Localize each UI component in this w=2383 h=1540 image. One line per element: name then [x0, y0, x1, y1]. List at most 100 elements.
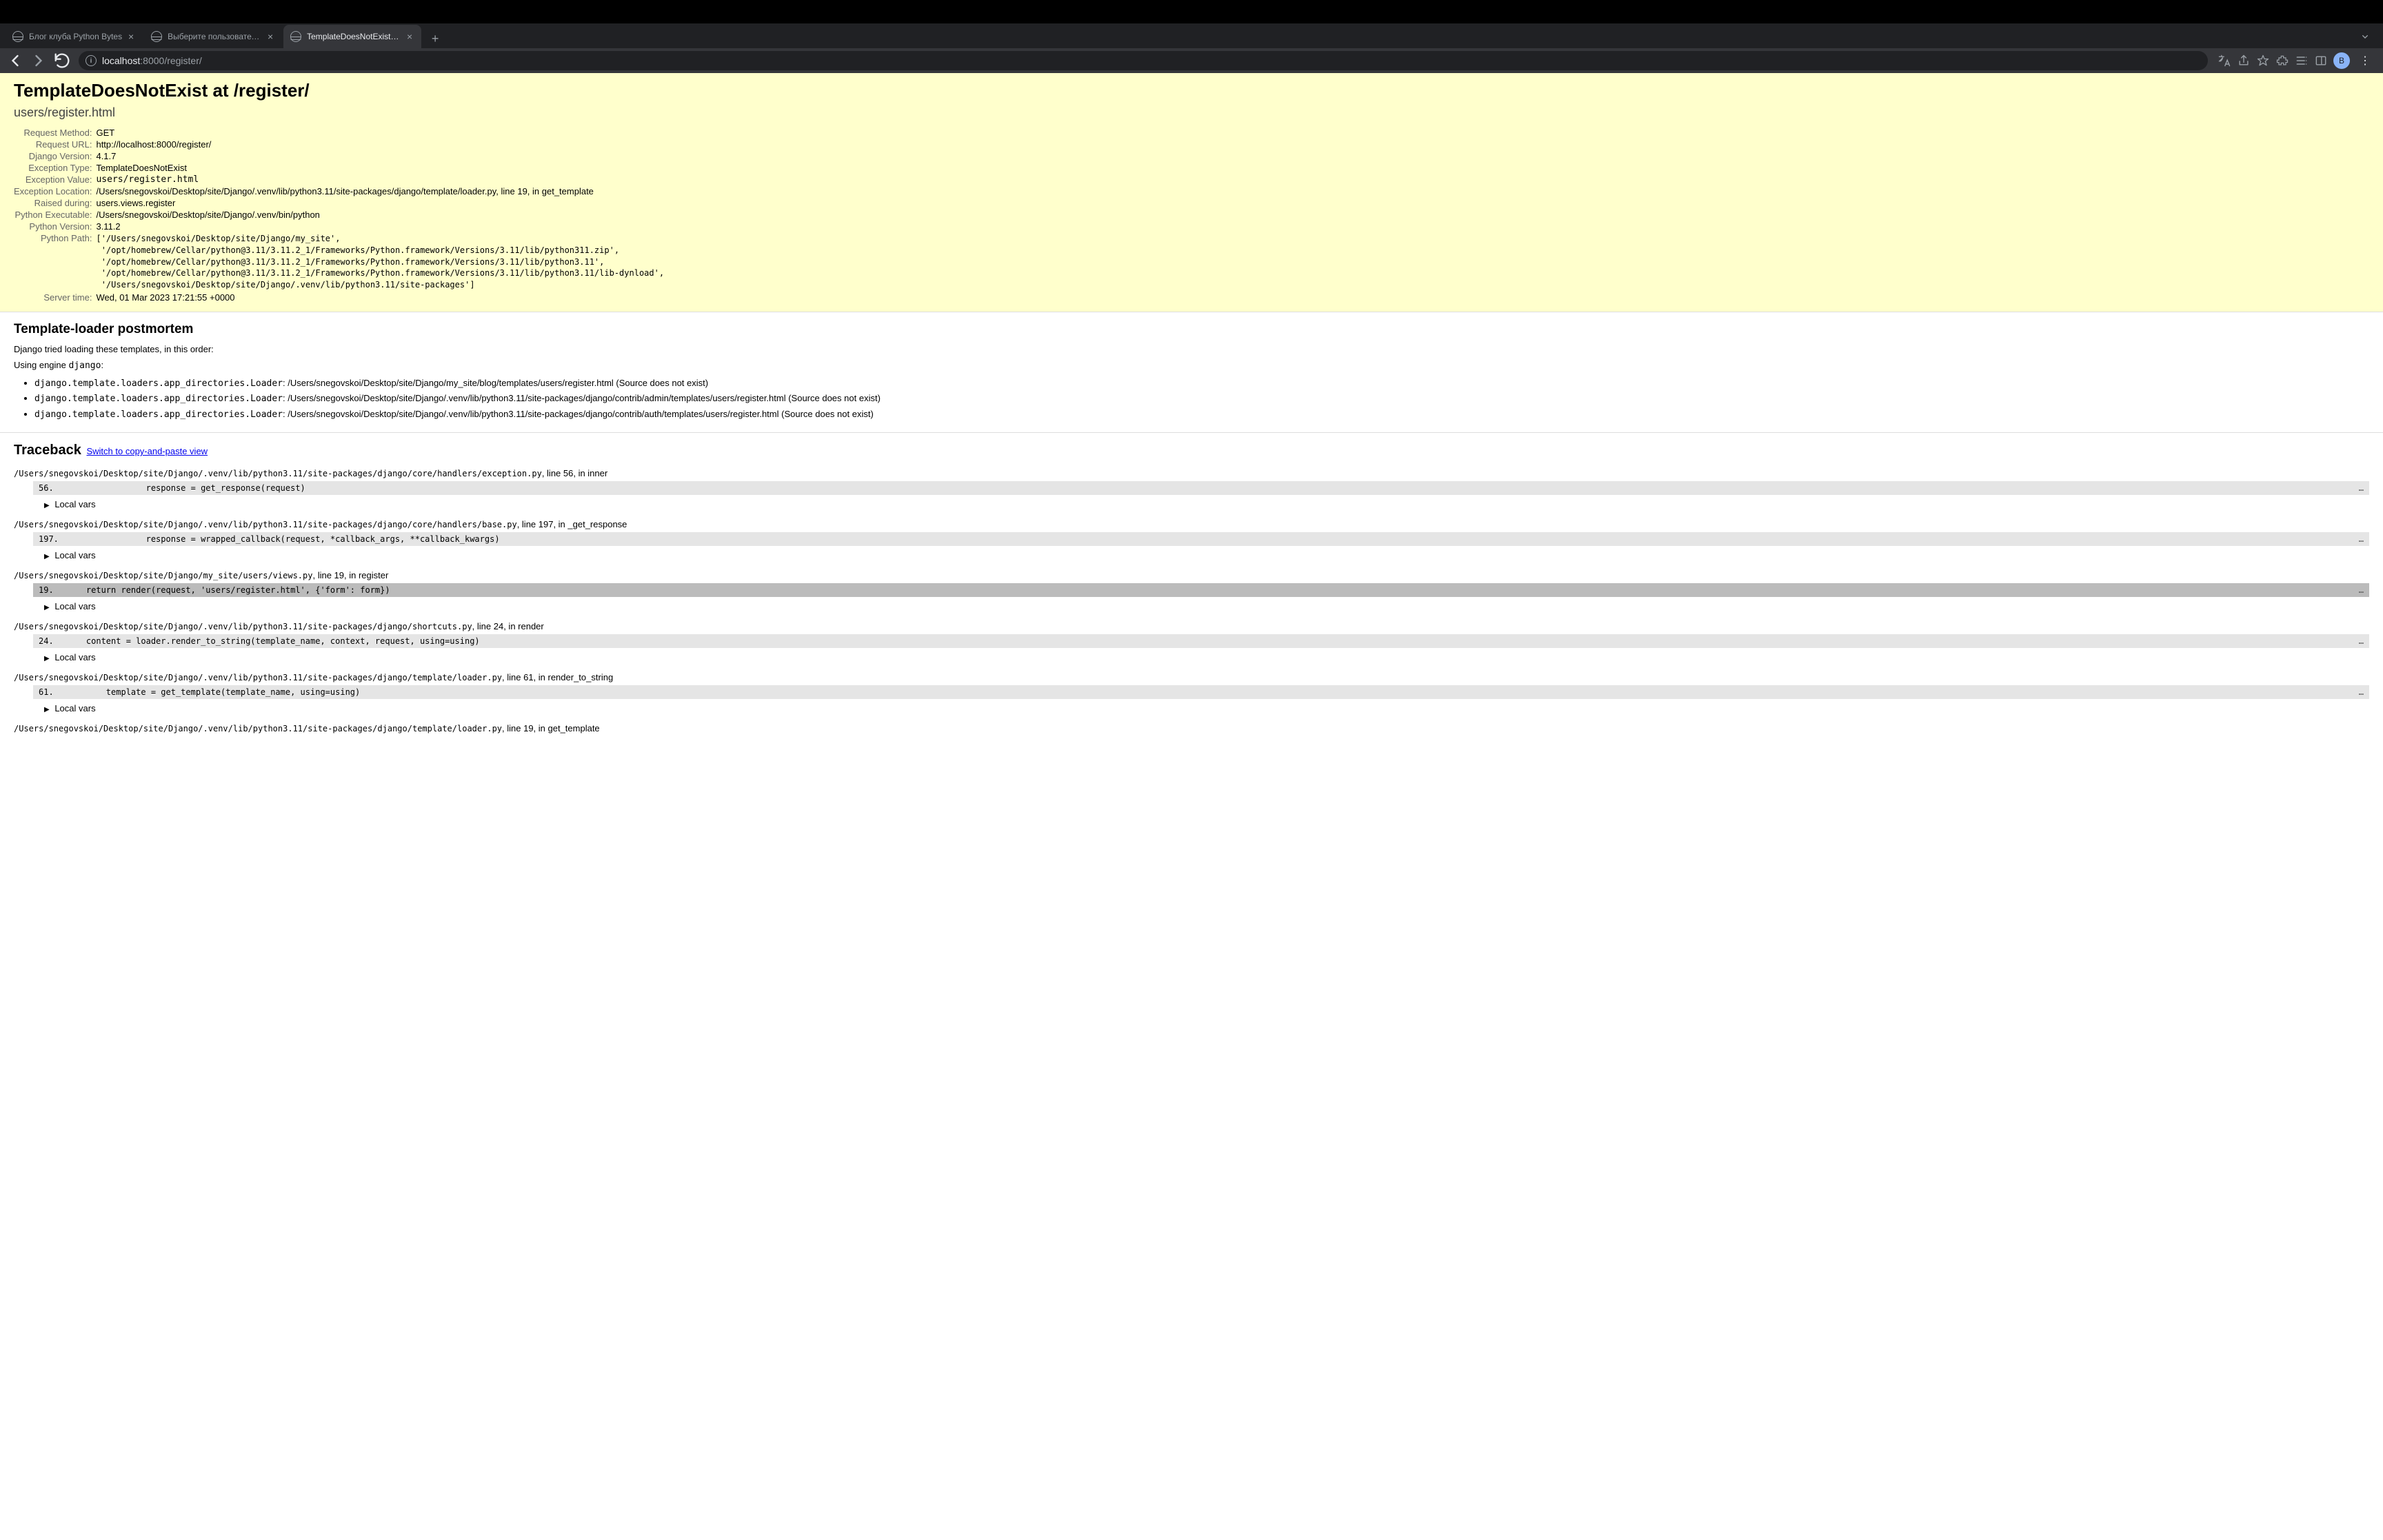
- meta-value: users/register.html: [96, 174, 664, 185]
- window-top-bar: [0, 0, 2383, 23]
- meta-value: users.views.register: [96, 197, 664, 209]
- frame-location: /Users/snegovskoi/Desktop/site/Django/.v…: [14, 519, 2369, 529]
- local-vars-toggle[interactable]: ▶ Local vars: [44, 652, 2369, 662]
- close-icon[interactable]: ×: [265, 32, 275, 41]
- address-bar[interactable]: i localhost:8000/register/: [79, 51, 2208, 70]
- profile-avatar[interactable]: B: [2333, 52, 2350, 69]
- meta-value: 3.11.2: [96, 221, 664, 232]
- meta-label: Django Version:: [14, 150, 96, 162]
- local-vars-toggle[interactable]: ▶ Local vars: [44, 550, 2369, 560]
- frame-location: /Users/snegovskoi/Desktop/site/Django/.v…: [14, 672, 2369, 682]
- chevron-right-icon: ▶: [44, 502, 50, 509]
- chevron-right-icon: ▶: [44, 604, 50, 611]
- traceback-section: Traceback Switch to copy-and-paste view …: [0, 433, 2383, 757]
- switch-view-link[interactable]: Switch to copy-and-paste view: [86, 446, 208, 456]
- expand-icon[interactable]: …: [2359, 483, 2364, 493]
- bookmark-icon[interactable]: [2256, 54, 2270, 68]
- globe-icon: [12, 31, 23, 42]
- browser-tab[interactable]: TemplateDoesNotExist at /regis ×: [283, 25, 421, 48]
- meta-value: 4.1.7: [96, 150, 664, 162]
- browser-menu-button[interactable]: ⋮: [2355, 54, 2375, 68]
- close-icon[interactable]: ×: [405, 32, 414, 41]
- tabs-dropdown-button[interactable]: [2355, 27, 2375, 48]
- meta-label: Request URL:: [14, 139, 96, 150]
- meta-label: Python Executable:: [14, 209, 96, 221]
- traceback-frame: /Users/snegovskoi/Desktop/site/Django/my…: [14, 570, 2369, 611]
- local-vars-toggle[interactable]: ▶ Local vars: [44, 499, 2369, 509]
- traceback-frame: /Users/snegovskoi/Desktop/site/Django/.v…: [14, 723, 2369, 733]
- exception-subtitle: users/register.html: [14, 105, 2369, 120]
- browser-tab[interactable]: Выберите пользователь для и ×: [144, 25, 282, 48]
- traceback-frame: /Users/snegovskoi/Desktop/site/Django/.v…: [14, 519, 2369, 560]
- postmortem-intro: Django tried loading these templates, in…: [14, 344, 2369, 354]
- meta-value: /Users/snegovskoi/Desktop/site/Django/.v…: [96, 209, 664, 221]
- request-meta-table: Request Method:GET Request URL:http://lo…: [14, 127, 664, 303]
- engine-line: Using engine django:: [14, 360, 2369, 371]
- frame-location: /Users/snegovskoi/Desktop/site/Django/my…: [14, 570, 2369, 580]
- chevron-right-icon: ▶: [44, 553, 50, 560]
- url-text: localhost:8000/register/: [102, 55, 202, 66]
- reload-button[interactable]: [52, 51, 72, 70]
- tab-title: TemplateDoesNotExist at /regis: [307, 32, 401, 41]
- expand-icon[interactable]: …: [2359, 585, 2364, 595]
- context-line[interactable]: 197. response = wrapped_callback(request…: [33, 532, 2369, 546]
- context-line[interactable]: 19. return render(request, 'users/regist…: [33, 583, 2369, 597]
- chevron-right-icon: ▶: [44, 706, 50, 713]
- list-item: django.template.loaders.app_directories.…: [34, 407, 2369, 422]
- meta-label: Exception Value:: [14, 174, 96, 185]
- share-icon[interactable]: [2237, 54, 2251, 68]
- browser-toolbar: i localhost:8000/register/ B ⋮: [0, 48, 2383, 73]
- list-item: django.template.loaders.app_directories.…: [34, 392, 2369, 406]
- section-heading: Traceback: [14, 443, 81, 458]
- globe-icon: [290, 31, 301, 42]
- traceback-frame: /Users/snegovskoi/Desktop/site/Django/.v…: [14, 672, 2369, 713]
- meta-value: TemplateDoesNotExist: [96, 162, 664, 174]
- postmortem-list: django.template.loaders.app_directories.…: [14, 376, 2369, 422]
- local-vars-toggle[interactable]: ▶ Local vars: [44, 703, 2369, 713]
- tab-title: Блог клуба Python Bytes: [29, 32, 122, 41]
- meta-label: Server time:: [14, 292, 96, 303]
- meta-value: Wed, 01 Mar 2023 17:21:55 +0000: [96, 292, 664, 303]
- page-title: TemplateDoesNotExist at /register/: [14, 80, 2369, 101]
- frame-location: /Users/snegovskoi/Desktop/site/Django/.v…: [14, 468, 2369, 478]
- site-info-icon[interactable]: i: [86, 55, 97, 66]
- chevron-right-icon: ▶: [44, 655, 50, 662]
- translate-icon[interactable]: [2218, 54, 2231, 68]
- context-line[interactable]: 56. response = get_response(request)…: [33, 481, 2369, 495]
- template-loader-postmortem: Template-loader postmortem Django tried …: [0, 312, 2383, 434]
- section-heading: Template-loader postmortem: [14, 322, 2369, 337]
- meta-label: Python Path:: [14, 232, 96, 292]
- meta-label: Python Version:: [14, 221, 96, 232]
- back-button[interactable]: [6, 51, 25, 70]
- close-icon[interactable]: ×: [126, 32, 136, 41]
- expand-icon[interactable]: …: [2359, 534, 2364, 544]
- local-vars-toggle[interactable]: ▶ Local vars: [44, 601, 2369, 611]
- error-summary: TemplateDoesNotExist at /register/ users…: [0, 73, 2383, 312]
- meta-label: Exception Location:: [14, 185, 96, 197]
- list-item: django.template.loaders.app_directories.…: [34, 376, 2369, 391]
- meta-value: GET: [96, 127, 664, 139]
- traceback-frame: /Users/snegovskoi/Desktop/site/Django/.v…: [14, 621, 2369, 662]
- tab-bar: Блог клуба Python Bytes×Выберите пользов…: [0, 23, 2383, 48]
- side-panel-icon[interactable]: [2314, 54, 2328, 68]
- reading-list-icon[interactable]: [2295, 54, 2309, 68]
- new-tab-button[interactable]: +: [425, 29, 445, 48]
- meta-value: ['/Users/snegovskoi/Desktop/site/Django/…: [96, 232, 664, 292]
- expand-icon[interactable]: …: [2359, 687, 2364, 697]
- context-line[interactable]: 61. template = get_template(template_nam…: [33, 685, 2369, 699]
- frame-location: /Users/snegovskoi/Desktop/site/Django/.v…: [14, 621, 2369, 631]
- frame-location: /Users/snegovskoi/Desktop/site/Django/.v…: [14, 723, 2369, 733]
- meta-label: Request Method:: [14, 127, 96, 139]
- context-line[interactable]: 24. content = loader.render_to_string(te…: [33, 634, 2369, 648]
- expand-icon[interactable]: …: [2359, 636, 2364, 646]
- meta-value: http://localhost:8000/register/: [96, 139, 664, 150]
- forward-button[interactable]: [29, 51, 48, 70]
- extensions-icon[interactable]: [2275, 54, 2289, 68]
- meta-label: Exception Type:: [14, 162, 96, 174]
- meta-value: /Users/snegovskoi/Desktop/site/Django/.v…: [96, 185, 664, 197]
- globe-icon: [151, 31, 162, 42]
- tab-title: Выберите пользователь для и: [168, 32, 261, 41]
- browser-tab[interactable]: Блог клуба Python Bytes ×: [6, 25, 143, 48]
- meta-label: Raised during:: [14, 197, 96, 209]
- traceback-frame: /Users/snegovskoi/Desktop/site/Django/.v…: [14, 468, 2369, 509]
